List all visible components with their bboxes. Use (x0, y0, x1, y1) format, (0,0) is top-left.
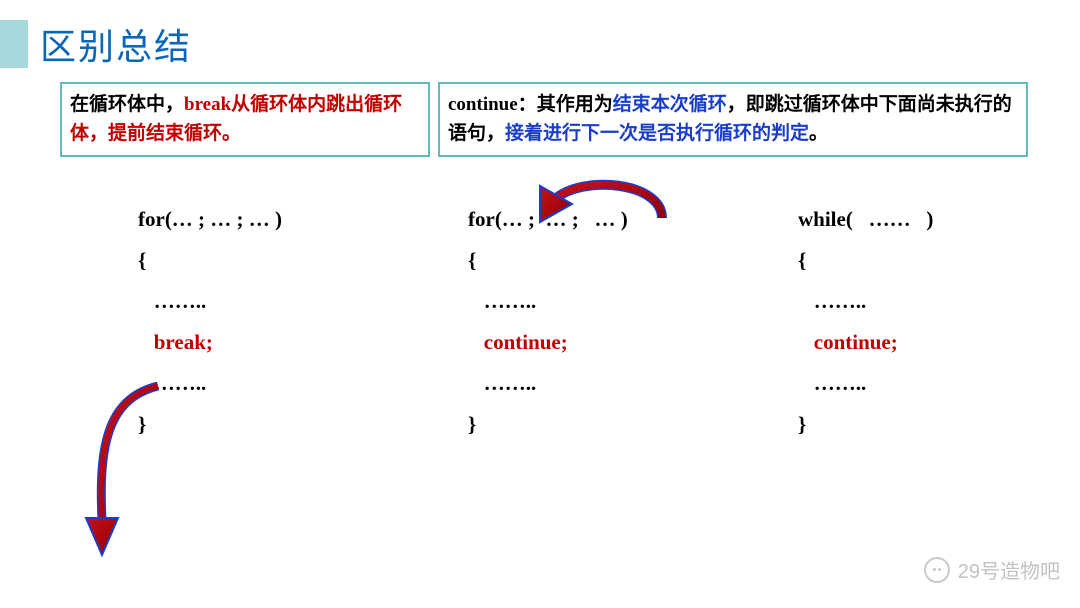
code-keyword-break: break; (110, 330, 430, 355)
code-example-continue-while: while( …… ) { …….. continue; …….. } (770, 207, 1050, 437)
code-line: for(… ; … ; … ) (110, 207, 430, 232)
text-fragment: 在循环体中， (70, 94, 184, 115)
code-line: …….. (770, 289, 1050, 314)
code-line: …….. (440, 371, 760, 396)
wechat-icon (924, 557, 950, 583)
text-fragment: 其作用为 (537, 94, 613, 115)
page-title: 区别总结 (40, 18, 192, 70)
code-line: for(… ; … ; … ) (440, 207, 760, 232)
code-line: …….. (110, 371, 430, 396)
text-fragment: 结束本次循环 (613, 94, 727, 115)
code-keyword-continue: continue; (770, 330, 1050, 355)
watermark: 29号造物吧 (924, 555, 1060, 584)
text-fragment: 。 (809, 123, 828, 144)
code-keyword-continue: continue; (440, 330, 760, 355)
code-line: …….. (440, 289, 760, 314)
continue-summary-box: continue：其作用为结束本次循环，即跳过循环体中下面尚未执行的语句，接着进… (438, 82, 1028, 157)
break-summary-box: 在循环体中，break从循环体内跳出循环体，提前结束循环。 (60, 82, 430, 157)
code-line: } (110, 412, 430, 437)
summary-boxes: 在循环体中，break从循环体内跳出循环体，提前结束循环。 continue：其… (0, 82, 1080, 157)
code-line: { (770, 248, 1050, 273)
code-example-continue-for: for(… ; … ; … ) { …….. continue; …….. } (440, 207, 760, 437)
code-example-break-for: for(… ; … ; … ) { …….. break; …….. } (110, 207, 430, 437)
title-accent-mark (0, 20, 28, 68)
code-line: …….. (110, 289, 430, 314)
code-line: } (440, 412, 760, 437)
code-examples-area: for(… ; … ; … ) { …….. break; …….. } for… (0, 157, 1080, 437)
code-line: } (770, 412, 1050, 437)
watermark-text: 29号造物吧 (958, 555, 1060, 584)
code-line: { (440, 248, 760, 273)
text-fragment: continue： (448, 94, 537, 115)
text-fragment: 接着进行下一次是否执行循环的判定 (505, 123, 809, 144)
code-line: { (110, 248, 430, 273)
code-line: while( …… ) (770, 207, 1050, 232)
title-bar: 区别总结 (0, 0, 1080, 82)
code-line: …….. (770, 371, 1050, 396)
